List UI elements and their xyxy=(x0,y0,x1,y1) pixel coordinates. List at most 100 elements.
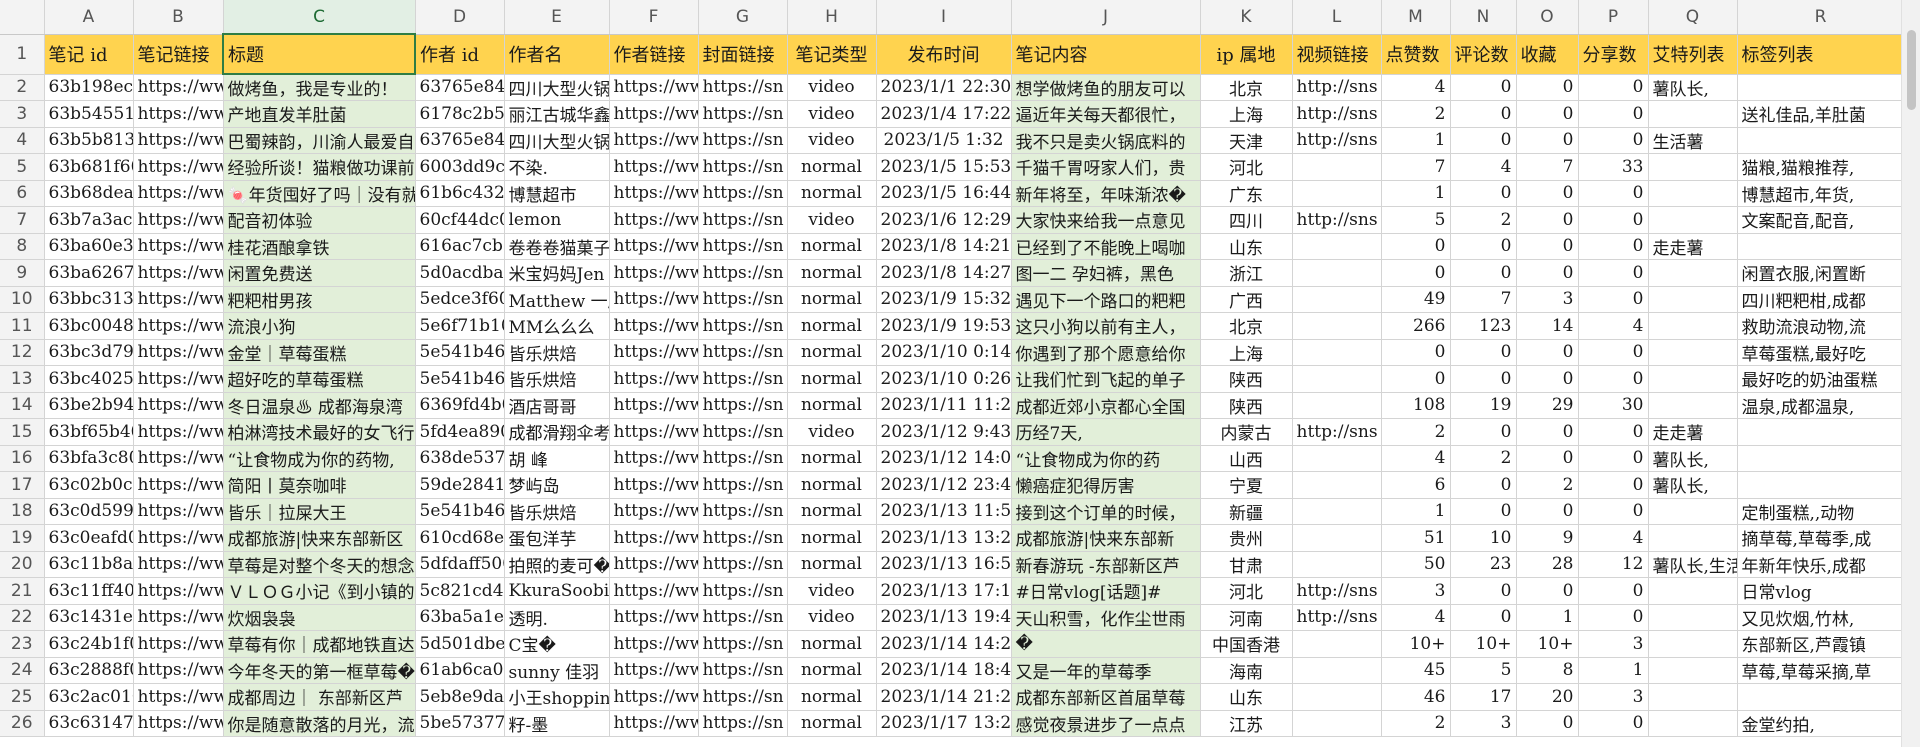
table-cell[interactable]: 0 xyxy=(1578,259,1649,287)
header-cell[interactable]: 点赞数 xyxy=(1381,34,1451,75)
table-cell[interactable]: normal xyxy=(787,339,877,366)
table-cell[interactable]: https://ww xyxy=(609,498,699,525)
row-number[interactable]: 10 xyxy=(0,286,45,313)
table-cell[interactable]: 3 xyxy=(1450,710,1517,737)
table-cell[interactable]: https://ww xyxy=(609,339,699,366)
table-cell[interactable]: normal xyxy=(787,180,877,207)
table-cell[interactable]: https://ww xyxy=(133,365,224,393)
table-cell[interactable]: 你是随意散落的月光，流 xyxy=(223,710,416,737)
table-cell[interactable]: https://sn xyxy=(698,445,788,472)
row-number[interactable]: 15 xyxy=(0,418,45,446)
table-cell[interactable]: 0 xyxy=(1516,180,1579,207)
table-cell[interactable]: 10+ xyxy=(1516,630,1579,658)
table-cell[interactable]: 2023/1/4 17:22 xyxy=(876,100,1012,128)
table-cell[interactable]: 猫粮,猫粮推荐, xyxy=(1737,153,1902,181)
table-cell[interactable]: https://sn xyxy=(698,551,788,578)
table-cell[interactable]: 2023/1/14 14:26 xyxy=(876,630,1012,658)
table-cell[interactable]: 生活薯 xyxy=(1648,127,1738,154)
table-cell[interactable]: 28 xyxy=(1516,551,1579,578)
table-cell[interactable]: 4 xyxy=(1578,524,1649,552)
row-number[interactable]: 5 xyxy=(0,153,45,181)
table-cell[interactable] xyxy=(1292,710,1382,737)
table-cell[interactable]: 今年冬天的第一框草莓� xyxy=(223,657,416,684)
table-cell[interactable]: 2023/1/14 21:20 xyxy=(876,683,1012,711)
table-cell[interactable] xyxy=(1648,339,1738,366)
table-cell[interactable]: normal xyxy=(787,524,877,552)
table-cell[interactable]: 1 xyxy=(1381,498,1451,525)
table-cell[interactable]: 3 xyxy=(1578,683,1649,711)
table-cell[interactable]: 0 xyxy=(1450,604,1517,631)
table-cell[interactable]: 小王shoppin xyxy=(504,683,610,711)
table-cell[interactable]: 63c2888f00 xyxy=(44,657,134,684)
table-cell[interactable] xyxy=(1648,153,1738,181)
table-cell[interactable]: https://ww xyxy=(609,418,699,446)
table-cell[interactable]: 逼近年关每天都很忙， xyxy=(1011,100,1201,128)
table-cell[interactable]: 0 xyxy=(1578,418,1649,446)
column-header-g[interactable]: G xyxy=(698,0,788,35)
table-cell[interactable]: 山东 xyxy=(1200,683,1293,711)
table-cell[interactable]: 5d0acdba00 xyxy=(415,259,505,287)
table-cell[interactable]: 草莓有你｜成都地铁直达 xyxy=(223,630,416,658)
table-cell[interactable]: https://ww xyxy=(133,392,224,419)
table-cell[interactable]: 63ba60e300 xyxy=(44,233,134,260)
table-cell[interactable]: video xyxy=(787,577,877,605)
table-cell[interactable]: https://ww xyxy=(609,604,699,631)
row-number[interactable]: 25 xyxy=(0,683,45,711)
table-cell[interactable]: 北京 xyxy=(1200,312,1293,340)
column-header-l[interactable]: L xyxy=(1292,0,1382,35)
table-cell[interactable]: 胡 峰 xyxy=(504,445,610,472)
table-cell[interactable]: 文案配音,配音, xyxy=(1737,206,1902,234)
table-cell[interactable]: 20 xyxy=(1516,683,1579,711)
table-cell[interactable] xyxy=(1737,233,1902,260)
table-cell[interactable]: Matthew 一廍 xyxy=(504,286,610,313)
table-cell[interactable]: 63765e8400 xyxy=(415,74,505,101)
table-cell[interactable]: https://sn xyxy=(698,657,788,684)
table-cell[interactable]: 懒癌症犯得厉害 xyxy=(1011,471,1201,499)
table-cell[interactable]: 皆乐｜拉屎大王 xyxy=(223,498,416,525)
table-cell[interactable]: 2023/1/12 14:08 xyxy=(876,445,1012,472)
table-cell[interactable]: https://ww xyxy=(609,286,699,313)
table-cell[interactable]: 0 xyxy=(1516,577,1579,605)
table-cell[interactable]: 63b5455100 xyxy=(44,100,134,128)
row-number[interactable]: 12 xyxy=(0,339,45,366)
table-cell[interactable]: 63b198ec00 xyxy=(44,74,134,101)
row-number[interactable]: 9 xyxy=(0,259,45,287)
table-cell[interactable]: 7 xyxy=(1450,286,1517,313)
table-cell[interactable]: video xyxy=(787,206,877,234)
row-number[interactable]: 26 xyxy=(0,710,45,737)
table-cell[interactable]: https://sn xyxy=(698,74,788,101)
table-cell[interactable] xyxy=(1648,710,1738,737)
table-cell[interactable]: KkuraSoobin xyxy=(504,577,610,605)
table-cell[interactable]: 0 xyxy=(1578,74,1649,101)
table-cell[interactable]: 63bc004800 xyxy=(44,312,134,340)
table-cell[interactable]: 5e6f71b100 xyxy=(415,312,505,340)
table-cell[interactable]: 四川粑粑柑,成都 xyxy=(1737,286,1902,313)
row-number[interactable]: 6 xyxy=(0,180,45,207)
row-number[interactable]: 7 xyxy=(0,206,45,234)
header-cell[interactable]: 标签列表 xyxy=(1737,34,1902,75)
table-cell[interactable]: #日常vlog[话题]# xyxy=(1011,577,1201,605)
table-cell[interactable]: https://ww xyxy=(133,153,224,181)
row-number[interactable]: 21 xyxy=(0,577,45,605)
column-header-c[interactable]: C xyxy=(223,0,416,35)
row-number[interactable]: 20 xyxy=(0,551,45,578)
table-cell[interactable]: video xyxy=(787,127,877,154)
table-cell[interactable]: 5e541b4600 xyxy=(415,498,505,525)
row-number[interactable]: 16 xyxy=(0,445,45,472)
row-number[interactable]: 18 xyxy=(0,498,45,525)
table-cell[interactable]: 2023/1/10 0:26 xyxy=(876,365,1012,393)
table-cell[interactable]: http://sns xyxy=(1292,577,1382,605)
table-cell[interactable]: 桂花酒酿拿铁 xyxy=(223,233,416,260)
table-cell[interactable]: 5eb8e9da00 xyxy=(415,683,505,711)
table-cell[interactable]: https://ww xyxy=(133,127,224,154)
table-cell[interactable] xyxy=(1737,418,1902,446)
table-cell[interactable]: normal xyxy=(787,498,877,525)
table-cell[interactable] xyxy=(1648,286,1738,313)
table-cell[interactable]: https://ww xyxy=(609,180,699,207)
table-cell[interactable]: https://sn xyxy=(698,577,788,605)
table-cell[interactable]: https://sn xyxy=(698,100,788,128)
table-cell[interactable]: 5e541b4600 xyxy=(415,365,505,393)
table-cell[interactable]: 50 xyxy=(1381,551,1451,578)
table-cell[interactable]: 5dfdaff500 xyxy=(415,551,505,578)
row-number[interactable]: 22 xyxy=(0,604,45,631)
